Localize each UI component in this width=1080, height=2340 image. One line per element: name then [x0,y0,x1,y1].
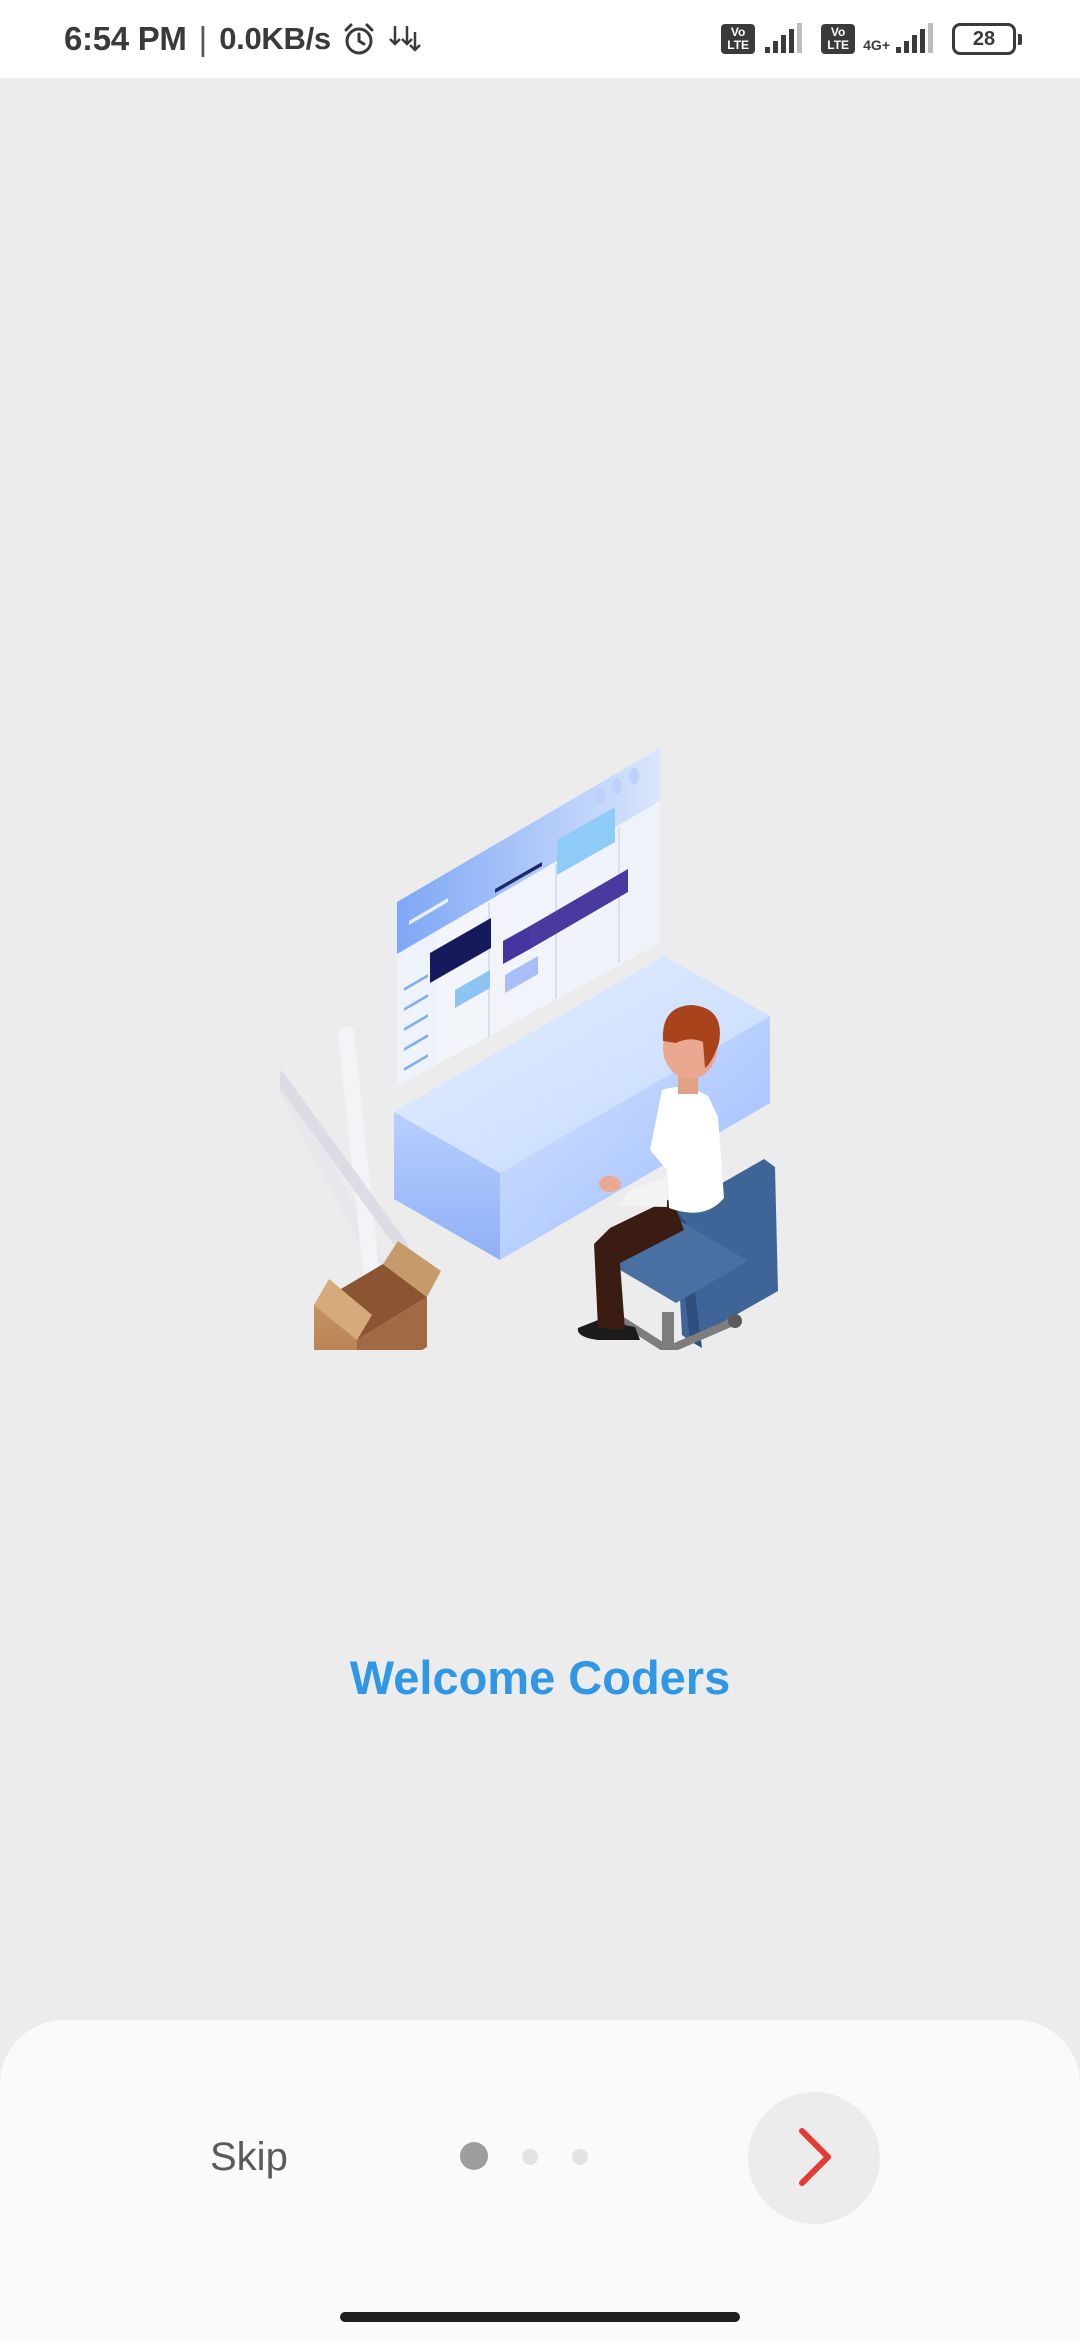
skip-button[interactable]: Skip [210,2135,288,2180]
volte-badge-sim1: Vo LTE [721,24,756,54]
volte-badge-line2: LTE [827,38,850,52]
status-right: Vo LTE Vo LTE 4G+ 28 [721,23,1022,55]
volte-badge-sim2: Vo LTE [821,24,856,54]
next-button[interactable] [748,2092,880,2224]
chevron-right-icon [792,2127,836,2190]
signal-icon [763,23,803,55]
signal-icon [894,23,934,55]
battery-level: 28 [972,27,996,50]
status-separator: | [198,20,208,57]
page-dot [572,2149,588,2165]
page-indicator [460,2142,600,2172]
network-type: 4G+ [863,37,890,53]
welcome-title: Welcome Coders [349,1651,731,1704]
bottom-sheet [0,2020,1080,2340]
alarm-icon [341,21,377,57]
status-left: 6:54 PM | 0.0KB/s [64,20,425,58]
home-indicator[interactable] [340,2312,740,2322]
download-icon [387,22,425,56]
network-speed: 0.0KB/s [219,21,331,56]
battery-icon: 28 [952,23,1022,55]
status-bar: 6:54 PM | 0.0KB/s Vo LTE Vo LTE 4G+ 28 [0,0,1080,78]
page-dot-active [460,2142,488,2170]
page-dot [522,2149,538,2165]
status-time: 6:54 PM [64,20,187,57]
developer-at-desk-illustration [263,730,800,1405]
volte-badge-line2: LTE [727,38,750,52]
